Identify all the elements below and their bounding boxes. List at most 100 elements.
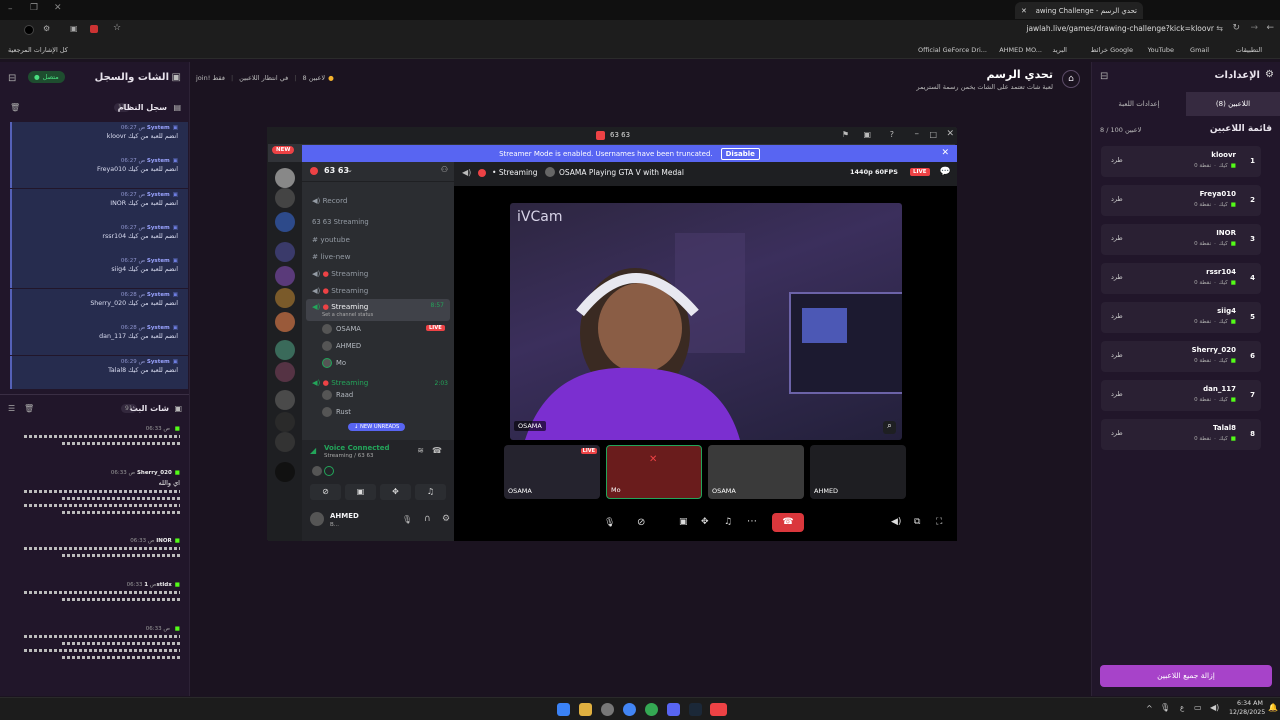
tab-players[interactable]: اللاعبين (8) bbox=[1186, 92, 1280, 116]
server-icon[interactable] bbox=[275, 188, 295, 208]
channel-streaming-3[interactable]: ◀) ● Streaming bbox=[312, 378, 368, 387]
server-icon[interactable] bbox=[275, 412, 295, 432]
active-channel[interactable]: ◀) ● Streaming 8:57 Set a channel status bbox=[306, 299, 450, 321]
url-text[interactable]: jawlah.live/games/drawing-challenge?kick… bbox=[1026, 24, 1214, 33]
participant-tile[interactable]: OSAMA bbox=[708, 445, 804, 499]
file-explorer-icon[interactable] bbox=[579, 703, 592, 716]
mic-icon[interactable]: 🎙 bbox=[402, 515, 412, 524]
maximize-icon[interactable]: □ bbox=[929, 130, 937, 139]
clock-date[interactable]: 12/28/2025 bbox=[1229, 709, 1265, 716]
tab-game-settings[interactable]: إعدادات اللعبة bbox=[1092, 92, 1186, 116]
bookmark-all[interactable]: كل الإشارات المرجعية bbox=[8, 46, 68, 54]
server-icon[interactable] bbox=[275, 432, 295, 452]
bookmark-mail[interactable]: البريد bbox=[1052, 46, 1067, 54]
server-icon[interactable] bbox=[275, 390, 295, 410]
server-icon[interactable] bbox=[275, 312, 295, 332]
active-tab[interactable]: ✕ awing Challenge - تحدي الرسم bbox=[1015, 2, 1143, 19]
collapse-panel-icon[interactable]: ⊟ bbox=[8, 73, 16, 84]
activities-icon[interactable]: ✥ bbox=[701, 517, 709, 527]
leave-call-button[interactable]: ☎ bbox=[772, 513, 804, 532]
tray-chevron-icon[interactable]: ^ bbox=[1146, 704, 1153, 713]
disconnect-icon[interactable]: ☎ bbox=[432, 446, 442, 455]
camera-off-icon[interactable]: ⊘ bbox=[637, 517, 645, 528]
volume-tray-icon[interactable]: ◀) bbox=[1210, 703, 1219, 712]
puzzle-icon[interactable]: ▣ bbox=[70, 24, 78, 33]
close-window-icon[interactable]: ✕ bbox=[54, 3, 62, 13]
participant-tile[interactable]: AHMED bbox=[810, 445, 906, 499]
reload-icon[interactable]: ↻ bbox=[1232, 23, 1240, 33]
screen-share-icon[interactable]: ▣ bbox=[345, 484, 376, 500]
close-icon[interactable]: ✕ bbox=[946, 129, 954, 139]
kick-button[interactable]: طرد bbox=[1111, 351, 1123, 359]
noise-icon[interactable]: ≋ bbox=[417, 446, 424, 455]
server-icon[interactable] bbox=[275, 212, 295, 232]
network-icon[interactable]: ▭ bbox=[1194, 703, 1202, 712]
voice-user[interactable]: Raad bbox=[322, 390, 353, 400]
kick-button[interactable]: طرد bbox=[1111, 312, 1123, 320]
remove-all-button[interactable]: إزالة جميع اللاعبين bbox=[1100, 665, 1272, 687]
participant-tile[interactable]: OSAMA LIVE bbox=[504, 445, 600, 499]
steam-icon[interactable] bbox=[689, 703, 702, 716]
activity-icon[interactable] bbox=[312, 466, 322, 476]
discord-icon[interactable] bbox=[667, 703, 680, 716]
username[interactable]: AHMED bbox=[330, 512, 359, 520]
mic-tray-icon[interactable]: 🎙 bbox=[1160, 703, 1170, 712]
windows-start-icon[interactable] bbox=[557, 703, 570, 716]
star-icon[interactable]: ☆ bbox=[113, 23, 121, 33]
back-icon[interactable]: ← bbox=[1266, 23, 1274, 33]
video-feed[interactable]: iVCam OSAMA ⌕ bbox=[510, 203, 902, 440]
activity-icon-2[interactable] bbox=[324, 466, 334, 476]
language-icon[interactable]: ع bbox=[1180, 704, 1184, 712]
collapse-panel-icon[interactable]: ⊟ bbox=[1100, 71, 1108, 82]
extension-red-icon[interactable] bbox=[90, 25, 98, 33]
obs-icon[interactable] bbox=[601, 703, 614, 716]
help-icon[interactable]: ? bbox=[890, 130, 894, 139]
chrome-icon[interactable] bbox=[623, 703, 636, 716]
server-icon[interactable] bbox=[275, 266, 295, 286]
tune-icon[interactable]: ⇆ bbox=[1216, 24, 1223, 33]
fullscreen-icon[interactable]: ⛶ bbox=[936, 517, 942, 527]
chat-bubble-icon[interactable]: 💬 bbox=[940, 167, 951, 177]
voice-user[interactable]: Rust bbox=[322, 407, 351, 417]
voice-user[interactable]: Mo bbox=[322, 358, 346, 368]
add-user-icon[interactable]: ⚇ bbox=[441, 165, 448, 174]
bookmark-maps[interactable]: خرائط Google bbox=[1091, 46, 1133, 54]
screen-icon[interactable]: ▣ bbox=[863, 130, 871, 139]
channel-live-new[interactable]: # live-new bbox=[312, 252, 350, 261]
profile-icon[interactable] bbox=[24, 25, 34, 35]
screen-share-icon[interactable]: ▣ bbox=[679, 517, 688, 527]
server-icon[interactable] bbox=[275, 362, 295, 382]
forward-icon[interactable]: → bbox=[1250, 23, 1258, 33]
minimize-icon[interactable]: – bbox=[915, 129, 920, 139]
camera-off-icon[interactable]: ⊘ bbox=[310, 484, 341, 500]
server-icon[interactable] bbox=[275, 340, 295, 360]
volume-icon[interactable]: ◀) bbox=[891, 517, 901, 527]
channel-status[interactable]: Set a channel status bbox=[322, 312, 373, 318]
popout-icon[interactable]: ⧉ bbox=[914, 517, 920, 527]
bookmark-gmail[interactable]: Gmail bbox=[1190, 46, 1209, 54]
participant-tile[interactable]: Mo ✕ bbox=[606, 445, 702, 499]
voice-user[interactable]: AHMED bbox=[322, 341, 361, 351]
channel-youtube[interactable]: # youtube bbox=[312, 235, 350, 244]
more-icon[interactable]: ⋯ bbox=[747, 516, 757, 527]
inbox-icon[interactable]: ⚑ bbox=[842, 130, 849, 139]
bookmark-ahmed[interactable]: AHMED MO... bbox=[999, 46, 1042, 54]
voice-connected[interactable]: Voice Connected bbox=[324, 444, 390, 452]
kick-button[interactable]: طرد bbox=[1111, 273, 1123, 281]
mic-icon[interactable]: 🎙 bbox=[604, 518, 615, 528]
activities-icon[interactable]: ✥ bbox=[380, 484, 411, 500]
notification-icon[interactable]: 🔔 bbox=[1268, 703, 1278, 712]
kick-button[interactable]: طرد bbox=[1111, 156, 1123, 164]
avatar[interactable] bbox=[310, 512, 324, 526]
kick-button[interactable]: طرد bbox=[1111, 234, 1123, 242]
category-streaming[interactable]: 63 63 Streaming bbox=[312, 218, 369, 226]
medal-icon[interactable] bbox=[710, 703, 727, 716]
server-header[interactable]: 63 63 ⌄ ⚇ bbox=[302, 162, 454, 182]
window-control-icon[interactable]: – bbox=[8, 4, 13, 14]
channel-streaming-2[interactable]: ◀) ● Streaming bbox=[312, 286, 368, 295]
clear-log-icon[interactable]: 🗑 bbox=[10, 103, 20, 112]
tab-close-icon[interactable]: ✕ bbox=[1021, 7, 1027, 15]
chrome-profile-icon[interactable] bbox=[645, 703, 658, 716]
headphones-icon[interactable]: ∩ bbox=[424, 514, 431, 524]
disable-button[interactable]: Disable bbox=[720, 147, 760, 160]
